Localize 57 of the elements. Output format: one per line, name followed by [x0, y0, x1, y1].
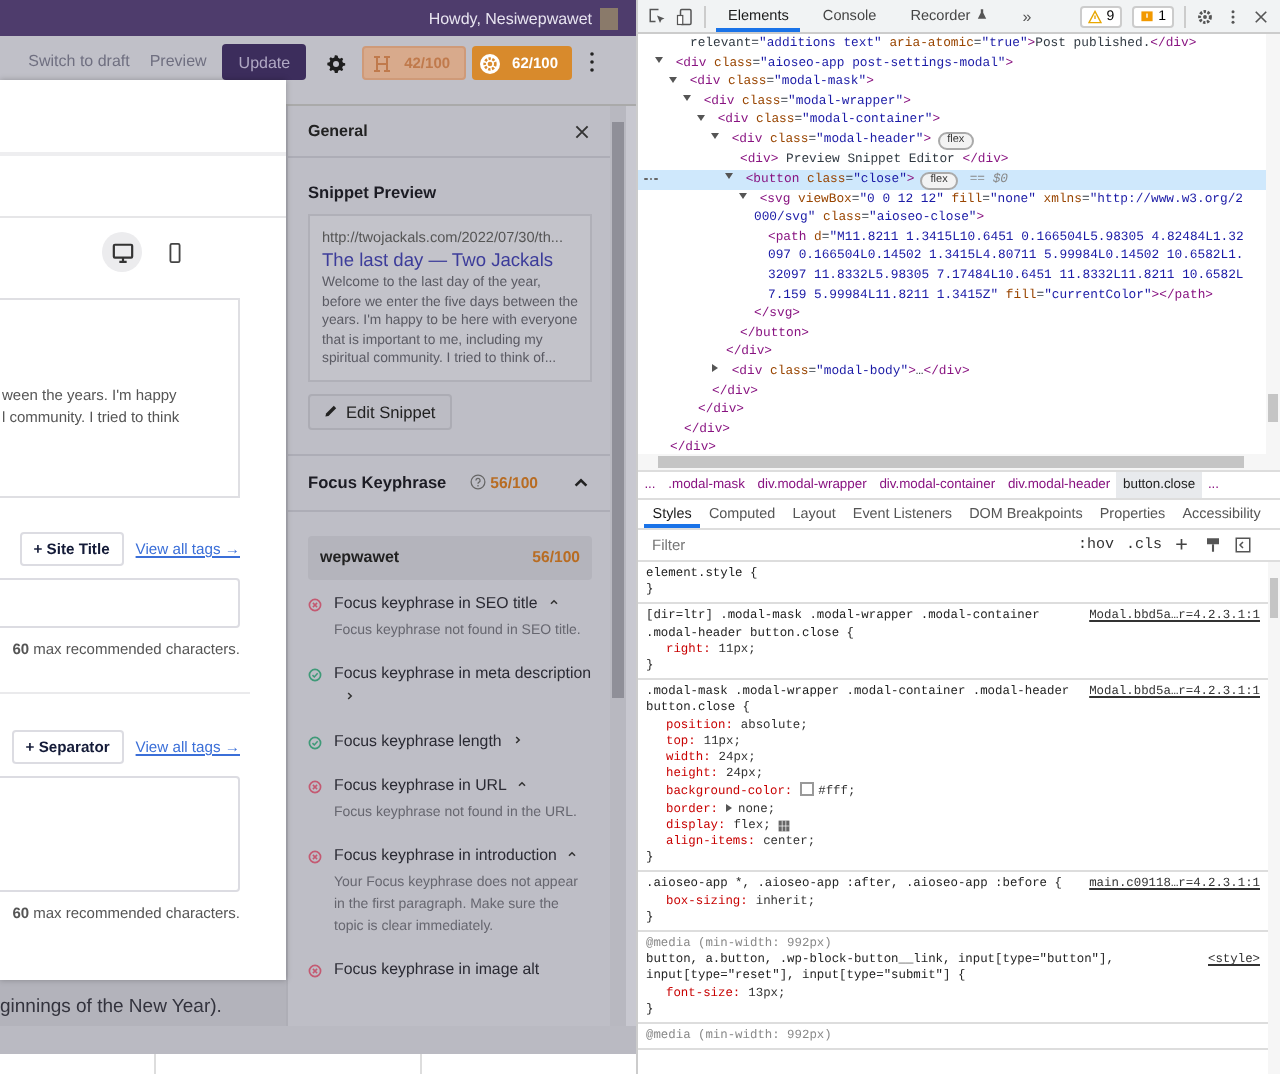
monitor-icon: [111, 241, 133, 263]
greeting[interactable]: Howdy, Nesiwepwawet: [428, 9, 592, 27]
section-heading: Focus Keyphrase: [308, 472, 447, 492]
expand-triangle-icon[interactable]: [669, 76, 677, 83]
help-icon[interactable]: [470, 474, 487, 490]
sidebar-title: General: [308, 122, 368, 140]
post-text: ginnings of the New Year).: [0, 996, 224, 1018]
expand-triangle-icon[interactable]: [739, 193, 747, 200]
expand-triangle-icon[interactable]: [655, 57, 663, 64]
caret-icon[interactable]: [566, 847, 579, 859]
desktop-toggle[interactable]: [102, 232, 142, 272]
caret-icon[interactable]: [511, 733, 524, 745]
pencil-icon: [324, 404, 338, 418]
color-swatch[interactable]: [800, 782, 815, 797]
title-input-field[interactable]: [0, 578, 240, 628]
keyphrase-text: wepwawet: [320, 548, 400, 566]
caret-icon[interactable]: [572, 473, 590, 491]
expand-triangle-icon[interactable]: [726, 803, 732, 812]
edit-snippet-button[interactable]: Edit Snippet: [308, 393, 452, 429]
flexbox-editor-icon[interactable]: [778, 819, 791, 832]
caret-icon[interactable]: [547, 595, 560, 607]
caret-icon[interactable]: [516, 777, 529, 789]
more-options-icon[interactable]: [588, 50, 596, 74]
device-toggle-icon[interactable]: [676, 7, 694, 25]
expand-triangle-icon[interactable]: [683, 95, 691, 102]
check-icon: [308, 735, 322, 749]
expand-triangle-icon[interactable]: [725, 173, 733, 180]
update-button[interactable]: Update: [222, 44, 307, 80]
scrollbar[interactable]: [626, 106, 636, 1026]
warning-icon: [1088, 9, 1103, 23]
paint-brush-icon[interactable]: [1204, 536, 1222, 554]
scrollbar[interactable]: [1266, 34, 1280, 454]
inspect-cursor-icon[interactable]: [648, 7, 666, 25]
check-icon: [308, 667, 322, 681]
scrollbar[interactable]: [1268, 562, 1280, 1074]
settings-icon[interactable]: [326, 54, 347, 74]
expand-triangle-icon[interactable]: [712, 364, 718, 373]
settings-icon[interactable]: [1196, 7, 1214, 25]
flask-icon: [976, 8, 989, 20]
error-icon: [308, 963, 322, 977]
error-icon: [308, 849, 322, 863]
close-icon[interactable]: [1252, 7, 1270, 25]
error-icon: [308, 597, 322, 611]
expand-triangle-icon[interactable]: [697, 114, 705, 121]
issue-icon: [1140, 9, 1155, 23]
sidebar-toggle-icon[interactable]: [1234, 536, 1252, 554]
h-letter-icon: [372, 53, 393, 73]
caret-icon[interactable]: [344, 689, 356, 701]
scrollbar[interactable]: [638, 454, 1280, 470]
section-heading: Snippet Preview: [308, 182, 439, 202]
expand-triangle-icon[interactable]: [711, 133, 719, 140]
more-tabs-button[interactable]: »: [1010, 7, 1044, 25]
error-icon: [308, 779, 322, 793]
cog-circle-icon: [480, 53, 501, 73]
snippet-title: The last day — Two Jackals: [322, 250, 556, 270]
plus-icon[interactable]: [1174, 536, 1192, 554]
close-icon[interactable]: [574, 123, 590, 139]
